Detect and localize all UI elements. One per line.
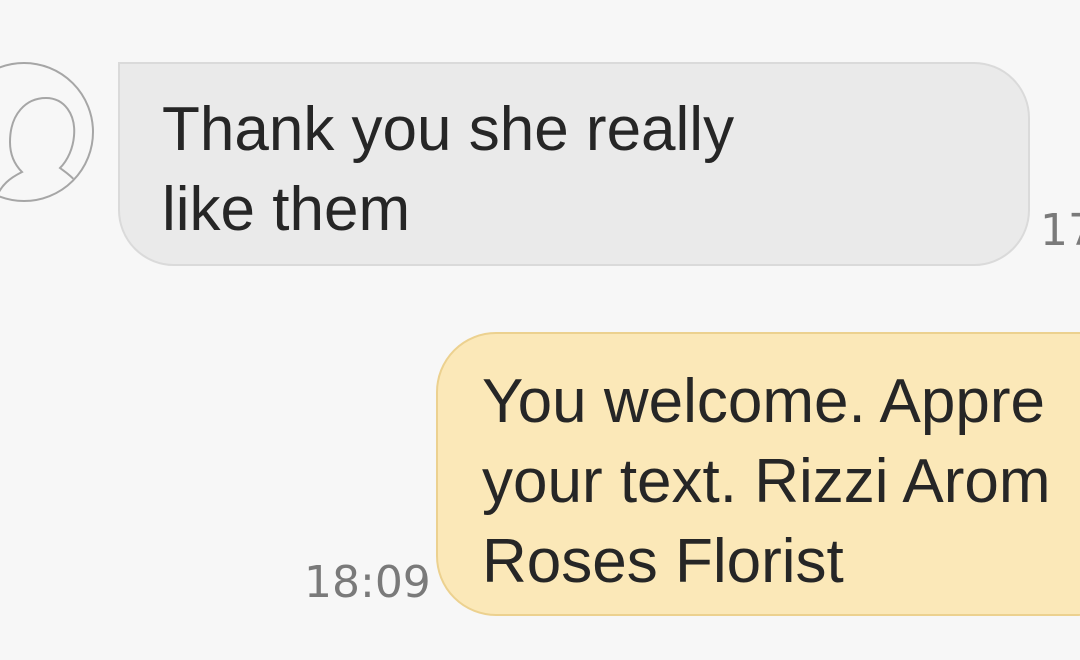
person-silhouette-icon bbox=[0, 96, 88, 200]
incoming-message-bubble[interactable]: Thank you she really like them bbox=[118, 62, 1030, 266]
contact-avatar-icon[interactable] bbox=[0, 62, 94, 202]
incoming-message-text: Thank you she really like them bbox=[162, 95, 735, 244]
incoming-message-timestamp: 17 bbox=[1040, 205, 1080, 256]
outgoing-message-bubble[interactable]: You welcome. Appre your text. Rizzi Arom… bbox=[436, 332, 1080, 616]
outgoing-message-text: You welcome. Appre your text. Rizzi Arom… bbox=[482, 367, 1051, 596]
outgoing-message-timestamp: 18:09 bbox=[304, 557, 431, 608]
message-thread: Thank you she really like them 17 You we… bbox=[0, 0, 1080, 660]
